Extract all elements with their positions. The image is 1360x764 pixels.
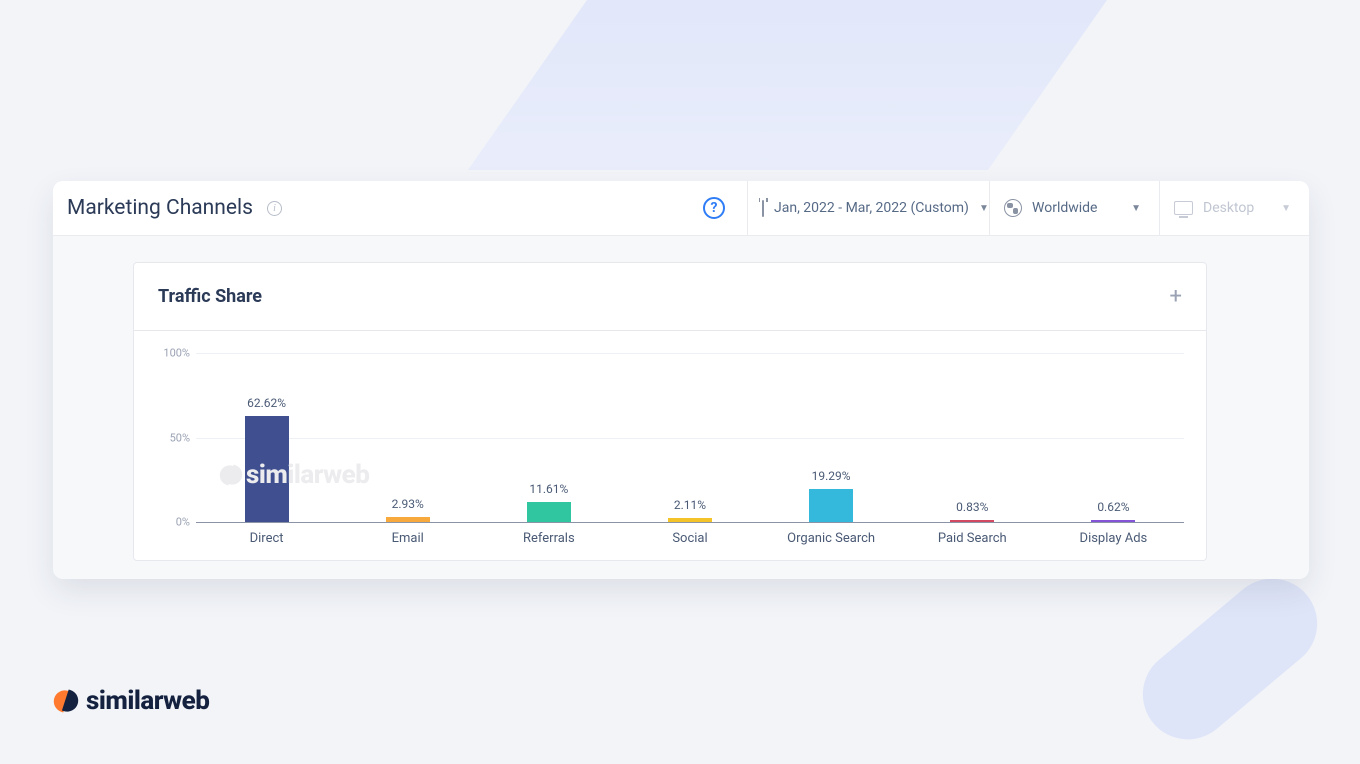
device-selector: Desktop ▼: [1159, 181, 1309, 236]
bar-value-label: 19.29%: [812, 469, 851, 483]
chart-area: 100% 50% 0% 62.62%2.93%11.61%2.11%19.29%…: [156, 353, 1184, 522]
x-axis-label: Referrals: [478, 531, 619, 546]
marketing-channels-panel: Marketing Channels i ? Jan, 2022 - Mar, …: [53, 181, 1309, 579]
bar-value-label: 0.62%: [1097, 500, 1129, 514]
bar: [386, 517, 430, 522]
bar-col: 2.93%: [337, 353, 478, 522]
x-axis-label: Display Ads: [1043, 531, 1184, 546]
calendar-icon: [762, 200, 764, 217]
bar-value-label: 11.61%: [529, 482, 568, 496]
bar: [668, 518, 712, 522]
bar: [1091, 520, 1135, 522]
panel-header: Marketing Channels i ? Jan, 2022 - Mar, …: [53, 181, 1309, 236]
decorative-bg-top: [468, 0, 1212, 170]
bar: [245, 416, 289, 522]
bar-col: 2.11%: [619, 353, 760, 522]
bar-value-label: 62.62%: [247, 396, 286, 410]
y-tick-50: 50%: [156, 431, 190, 444]
x-labels-row: DirectEmailReferralsSocialOrganic Search…: [196, 531, 1184, 546]
date-range-selector[interactable]: Jan, 2022 - Mar, 2022 (Custom) ▼: [747, 181, 989, 236]
bar-col: 11.61%: [478, 353, 619, 522]
y-tick-100: 100%: [156, 347, 190, 360]
bar-col: 0.62%: [1043, 353, 1184, 522]
chevron-down-icon: ▼: [1281, 203, 1291, 214]
region-selector[interactable]: Worldwide ▼: [989, 181, 1159, 236]
x-axis-label: Organic Search: [761, 531, 902, 546]
decorative-bg-bottom: [1124, 560, 1335, 758]
bar: [950, 520, 994, 522]
bar-value-label: 0.83%: [956, 500, 988, 514]
card-header: Traffic Share +: [134, 263, 1206, 331]
add-icon[interactable]: +: [1170, 286, 1182, 308]
x-axis-label: Paid Search: [902, 531, 1043, 546]
bar: [809, 489, 853, 522]
similarweb-swirl-icon: [54, 689, 78, 713]
bars-row: 62.62% 2.93% 11.61% 2.11% 19.29% 0.83% 0.62%: [196, 353, 1184, 522]
chevron-down-icon: ▼: [1131, 203, 1141, 214]
help-icon[interactable]: ?: [703, 197, 725, 219]
traffic-share-card: Traffic Share + 100% 50% 0% 62.62% 2.93% 1…: [133, 262, 1207, 561]
desktop-icon: [1174, 201, 1193, 215]
bar: [527, 502, 571, 522]
info-icon[interactable]: i: [267, 201, 282, 216]
globe-icon: [1004, 199, 1022, 217]
card-title: Traffic Share: [158, 286, 262, 307]
brand-name: similarweb: [86, 686, 209, 716]
bar-col: 0.83%: [902, 353, 1043, 522]
x-axis-label: Social: [619, 531, 760, 546]
brand-logo: similarweb: [54, 686, 209, 716]
y-tick-0: 0%: [156, 516, 190, 529]
bar-col: 62.62%: [196, 353, 337, 522]
x-axis-label: Direct: [196, 531, 337, 546]
chevron-down-icon: ▼: [979, 203, 989, 214]
bar-value-label: 2.11%: [674, 498, 706, 512]
bar-col: 19.29%: [761, 353, 902, 522]
device-value: Desktop: [1203, 200, 1254, 216]
x-axis-label: Email: [337, 531, 478, 546]
bar-value-label: 2.93%: [392, 497, 424, 511]
baseline-0: [196, 522, 1184, 523]
page-title: Marketing Channels: [67, 196, 253, 220]
date-range-value: Jan, 2022 - Mar, 2022 (Custom): [774, 200, 969, 216]
region-value: Worldwide: [1032, 200, 1097, 216]
